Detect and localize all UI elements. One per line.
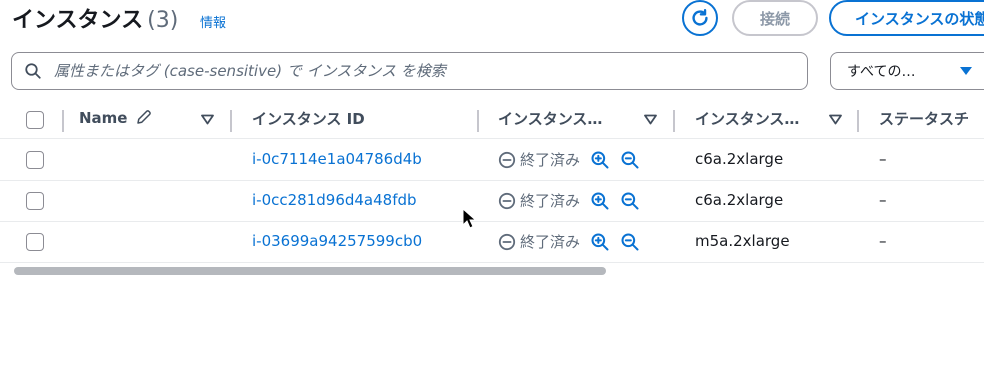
- column-header-instance-id[interactable]: インスタンス ID: [252, 108, 365, 129]
- zoom-in-icon[interactable]: [590, 232, 610, 252]
- instance-id-link[interactable]: i-03699a94257599cb0: [252, 232, 422, 250]
- zoom-out-icon[interactable]: [620, 150, 640, 170]
- table-row[interactable]: i-0cc281d96d4a48fdb 終了済み c6a.2xlarge –: [0, 181, 984, 222]
- instance-state: 終了済み: [498, 149, 640, 170]
- page-title: インスタンス (3): [12, 2, 178, 34]
- instance-state-label: 終了済み: [520, 233, 581, 251]
- sort-down-icon[interactable]: [644, 114, 657, 125]
- column-divider: [62, 110, 64, 132]
- table-row[interactable]: i-0c7114e1a04786d4b 終了済み c6a.2xlarge –: [0, 140, 984, 181]
- filter-selected-value: すべての…: [847, 64, 916, 80]
- instance-type: c6a.2xlarge: [695, 150, 784, 168]
- column-header-status-check[interactable]: ステータスチ: [879, 108, 969, 129]
- instance-id-link[interactable]: i-0cc281d96d4a48fdb: [252, 191, 417, 209]
- refresh-button[interactable]: [682, 0, 718, 36]
- instance-state-label: 終了済み: [520, 151, 581, 169]
- instance-type: c6a.2xlarge: [695, 191, 784, 209]
- select-all-checkbox[interactable]: [26, 111, 44, 129]
- stopped-circle-icon: [498, 151, 516, 168]
- instance-state: 終了済み: [498, 231, 640, 252]
- instance-type: m5a.2xlarge: [695, 232, 790, 250]
- mouse-cursor-icon: [462, 208, 476, 229]
- column-header-instance-state[interactable]: インスタンス…: [498, 108, 602, 129]
- connect-button[interactable]: 接続: [732, 0, 818, 36]
- column-divider[interactable]: [477, 110, 479, 132]
- search-box[interactable]: [11, 52, 808, 90]
- status-check: –: [879, 150, 887, 168]
- stopped-circle-icon: [498, 192, 516, 209]
- row-checkbox[interactable]: [26, 192, 44, 210]
- column-header-name-label: Name: [79, 109, 128, 127]
- page-title-text: インスタンス: [12, 8, 144, 33]
- zoom-out-icon[interactable]: [620, 191, 640, 211]
- filter-select[interactable]: すべての…: [830, 52, 984, 90]
- info-link[interactable]: 情報: [200, 12, 226, 31]
- search-input[interactable]: [52, 61, 776, 81]
- refresh-icon: [692, 9, 708, 26]
- instance-state-label: 終了済み: [520, 192, 581, 210]
- status-check: –: [879, 232, 887, 250]
- column-header-name[interactable]: Name: [79, 108, 153, 127]
- stopped-circle-icon: [498, 233, 516, 250]
- status-check: –: [879, 191, 887, 209]
- caret-down-icon: [960, 67, 972, 75]
- zoom-out-icon[interactable]: [620, 232, 640, 252]
- sort-down-icon[interactable]: [829, 114, 842, 125]
- zoom-in-icon[interactable]: [590, 191, 610, 211]
- zoom-in-icon[interactable]: [590, 150, 610, 170]
- column-divider[interactable]: [673, 110, 675, 132]
- column-divider[interactable]: [857, 110, 859, 132]
- search-icon: [25, 63, 41, 79]
- horizontal-scrollbar-thumb[interactable]: [14, 267, 606, 275]
- instance-count: (3): [147, 8, 179, 33]
- sort-down-icon[interactable]: [201, 114, 214, 125]
- column-header-instance-type[interactable]: インスタンス…: [695, 108, 799, 129]
- instance-state: 終了済み: [498, 190, 640, 211]
- instance-id-link[interactable]: i-0c7114e1a04786d4b: [252, 150, 422, 168]
- row-checkbox[interactable]: [26, 151, 44, 169]
- column-divider[interactable]: [230, 110, 232, 132]
- table-row[interactable]: i-03699a94257599cb0 終了済み m5a.2xlarge –: [0, 222, 984, 263]
- pencil-icon: [136, 110, 151, 124]
- row-checkbox[interactable]: [26, 233, 44, 251]
- instance-state-button[interactable]: インスタンスの状態: [829, 0, 984, 36]
